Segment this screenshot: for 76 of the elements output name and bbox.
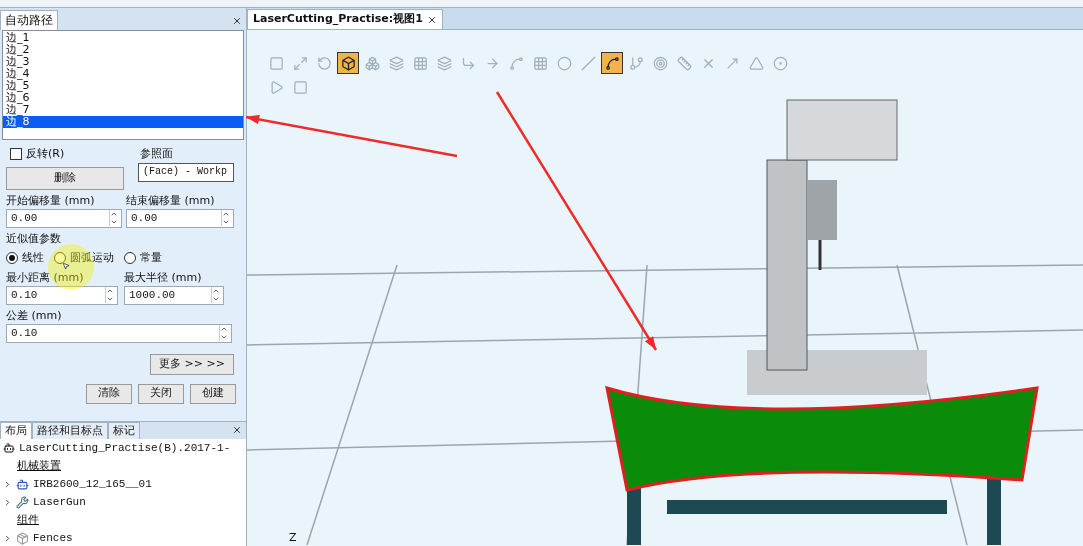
close-icon[interactable] (232, 16, 242, 26)
3d-viewport[interactable]: Z (247, 30, 1083, 546)
layers-icon (388, 55, 404, 71)
circle-dot-icon (772, 55, 788, 71)
station-icon (3, 442, 15, 454)
ruler-icon (676, 55, 692, 71)
mode-radio[interactable]: 线性 (6, 250, 44, 267)
cursor-icon (62, 262, 70, 270)
mode-radio[interactable]: 常量 (124, 250, 162, 267)
delete-button[interactable]: 删除 (6, 166, 124, 190)
number-field[interactable]: 0.10 (6, 323, 232, 343)
edge-item[interactable]: 边_4 (3, 68, 243, 80)
wrench-icon (16, 495, 29, 509)
action-button[interactable]: 关闭 (138, 383, 184, 404)
edge-item[interactable]: 边_2 (3, 44, 243, 56)
branch-icon (628, 55, 644, 71)
close-icon (426, 14, 437, 25)
field-label: 公差 (mm) (6, 307, 63, 324)
edge-item[interactable]: 边_5 (3, 80, 243, 92)
layout-tab[interactable]: 标记 (108, 422, 140, 439)
action-button[interactable]: 创建 (190, 383, 236, 404)
cube-icon (340, 55, 356, 71)
target-icon (652, 55, 668, 71)
group-heading: 组件 (16, 512, 40, 528)
field-label: 结束偏移量 (mm) (126, 192, 216, 209)
arrow-icon (484, 55, 500, 71)
station-item[interactable]: LaserCutting_Practise(B).2017-1- (3, 439, 246, 457)
curve-icon (604, 55, 620, 71)
layout-tab[interactable]: 布局 (0, 422, 32, 439)
grid-icon (532, 55, 548, 71)
layers-icon (436, 55, 452, 71)
layout-tab[interactable]: 路径和目标点 (32, 422, 108, 439)
panel-tab[interactable]: 自动路径 (0, 10, 58, 30)
robot-icon (16, 477, 29, 491)
stop-icon (292, 79, 308, 95)
axis-label: Z (289, 529, 297, 546)
field-label: 最大半径 (mm) (124, 269, 203, 286)
rotate-icon (316, 55, 332, 71)
more-button[interactable]: 更多 >> >> (150, 353, 234, 375)
edge-item[interactable]: 边_8 (3, 116, 243, 128)
toolbar-button[interactable] (601, 52, 623, 74)
number-field[interactable]: 0.00 (126, 208, 234, 228)
field-label: 参照面 (139, 146, 174, 162)
edge-item[interactable]: 边_1 (3, 32, 243, 44)
section-title: 近似值参数 (6, 230, 62, 247)
tree-item[interactable]: LaserGun (3, 493, 246, 511)
mode-radio[interactable]: 圆弧运动 (54, 250, 114, 267)
expand-caret-icon (3, 533, 12, 543)
view-tab[interactable]: LaserCutting_Practise:视图1 (247, 9, 443, 29)
edge-item[interactable]: 边_3 (3, 56, 243, 68)
action-button[interactable]: 清除 (86, 383, 132, 404)
square-icon (268, 55, 284, 71)
toolbar-button[interactable] (337, 52, 359, 74)
edge-item[interactable]: 边_7 (3, 104, 243, 116)
tree-item[interactable]: IRB2600_12_165__01 (3, 475, 246, 493)
number-field[interactable]: 0.10 (6, 285, 118, 305)
reverse-checkbox[interactable]: 反转(R) (6, 146, 124, 163)
number-field[interactable]: 1000.00 (124, 285, 224, 305)
edge-item[interactable]: 边_6 (3, 92, 243, 104)
circle-icon (556, 55, 572, 71)
grid-icon (412, 55, 428, 71)
angle-icon (748, 55, 764, 71)
play-icon (268, 79, 284, 95)
line-icon (580, 55, 596, 71)
boxes-icon (364, 55, 380, 71)
tree-item[interactable]: Fences (3, 529, 246, 546)
field-label: 最小距离 (mm) (6, 269, 85, 286)
part-icon (16, 531, 29, 545)
reference-face-field[interactable]: (Face) - Workp (138, 162, 234, 182)
field-label: 开始偏移量 (mm) (6, 192, 96, 209)
expand-icon (292, 55, 308, 71)
number-field[interactable]: 0.00 (6, 208, 122, 228)
spline-icon (508, 55, 524, 71)
group-heading: 机械装置 (16, 458, 62, 474)
close-icon[interactable] (232, 425, 242, 435)
corner-arrow-icon (460, 55, 476, 71)
